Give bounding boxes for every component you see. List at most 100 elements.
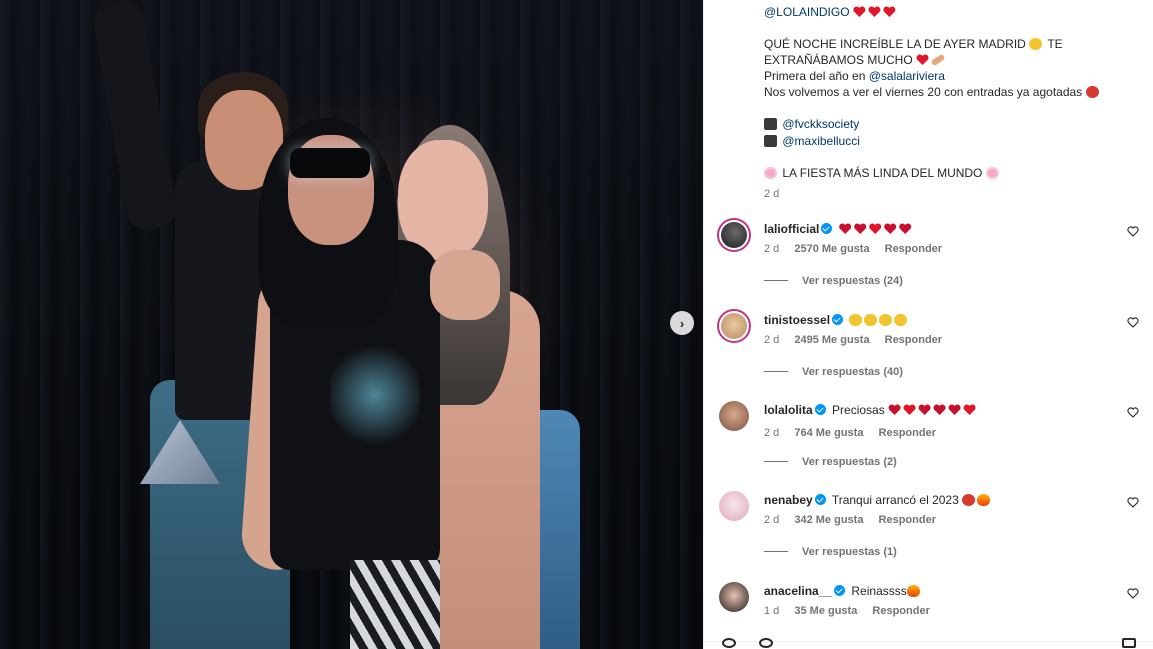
caption-mention-fvckksociety[interactable]: @fvckksociety <box>782 117 859 131</box>
post-action-bar <box>704 638 1153 649</box>
red-heart-icon <box>868 6 881 18</box>
red-heart-icon <box>883 6 896 18</box>
reply-button[interactable]: Responder <box>885 334 942 346</box>
fire-icon <box>906 585 920 597</box>
verified-badge-icon <box>814 494 826 505</box>
comment-body: nenabey Tranqui arrancó el 2023 <box>764 492 1124 508</box>
verified-badge-icon <box>814 404 826 415</box>
heart-outline-icon[interactable] <box>1127 317 1139 328</box>
comment-likes[interactable]: 342 Me gusta <box>794 514 863 526</box>
heart-eyes-icon <box>894 314 908 326</box>
comment-username[interactable]: anacelina__ <box>764 584 832 598</box>
caption-mention-maxibellucci[interactable]: @maxibellucci <box>782 134 860 148</box>
like-action-icon[interactable] <box>722 638 736 648</box>
caption-mention-lolaindigo[interactable]: @LOLAINDIGO <box>764 5 850 19</box>
avatar[interactable] <box>719 582 749 612</box>
instagram-post-view: › @LOLAINDIGO QUÉ NOCHE INCREÍBLE LA DE … <box>0 0 1153 649</box>
comment-body: laliofficial <box>764 221 1124 237</box>
comment-body: tinistoessel <box>764 312 1124 328</box>
view-replies-button[interactable]: Ver respuestas (40) <box>764 366 903 378</box>
comment-username[interactable]: nenabey <box>764 493 813 507</box>
comment-body: lolalolita Preciosas <box>764 402 1124 418</box>
heart-eyes-icon <box>879 314 893 326</box>
caption-text: QUÉ NOCHE INCREÍBLE LA DE AYER MADRID <box>764 37 1026 51</box>
bandage-icon <box>930 53 946 67</box>
comment-likes[interactable]: 2570 Me gusta <box>794 243 869 255</box>
comment-item: anacelina__ Reinassss 1 d 35 Me gusta Re… <box>717 580 1147 640</box>
view-replies-button[interactable]: Ver respuestas (24) <box>764 275 903 287</box>
comment-item: laliofficial 2 d 2570 Me gusta Responder… <box>717 218 1147 287</box>
comment-time: 2 d <box>764 427 780 439</box>
broken-heart-icon <box>948 404 961 416</box>
chevron-right-icon[interactable]: › <box>670 311 694 335</box>
comment-time: 2 d <box>764 243 780 255</box>
cherry-blossom-icon <box>764 167 777 179</box>
person-right-hand <box>430 250 500 320</box>
comment-text: Reinassss <box>851 584 907 598</box>
comment-item: tinistoessel 2 d 2495 Me gusta Responder… <box>717 309 1147 378</box>
reply-button[interactable]: Responder <box>879 427 936 439</box>
comment-username[interactable]: lolalolita <box>764 403 813 417</box>
comment-username[interactable]: laliofficial <box>764 222 819 236</box>
comment-item: lolalolita Preciosas 2 d 764 Me gusta Re… <box>717 399 1147 468</box>
avatar[interactable] <box>717 309 751 343</box>
comment-body: anacelina__ Reinassss <box>764 583 1124 599</box>
red-heart-icon <box>903 404 916 416</box>
comment-likes[interactable]: 764 Me gusta <box>794 427 863 439</box>
caption-text: TE <box>1047 37 1063 51</box>
reply-button[interactable]: Responder <box>885 243 942 255</box>
comment-likes[interactable]: 2495 Me gusta <box>794 334 869 346</box>
verified-badge-icon <box>832 314 844 325</box>
caption-text: LA FIESTA MÁS LINDA DEL MUNDO <box>782 166 983 180</box>
shirt-print <box>330 340 420 450</box>
view-replies-button[interactable]: Ver respuestas (2) <box>764 456 897 468</box>
comment-item: nenabey Tranqui arrancó el 2023 2 d 342 … <box>717 489 1147 558</box>
caption-line-8: LA FIESTA MÁS LINDA DEL MUNDO <box>764 165 1001 181</box>
caption-text: Primera del año en <box>764 69 866 83</box>
comment-action-icon[interactable] <box>759 638 773 648</box>
fire-icon <box>977 494 991 506</box>
post-side-panel: @LOLAINDIGO QUÉ NOCHE INCREÍBLE LA DE AY… <box>703 0 1153 649</box>
reply-button[interactable]: Responder <box>872 605 929 617</box>
comment-meta: 2 d 2570 Me gusta Responder <box>764 243 954 255</box>
comment-text: Preciosas <box>832 403 885 417</box>
heart-outline-icon[interactable] <box>1127 407 1139 418</box>
caption-line-7: @maxibellucci <box>764 133 860 149</box>
save-action-icon[interactable] <box>1122 638 1136 648</box>
red-heart-icon <box>869 223 882 235</box>
heart-outline-icon[interactable] <box>1127 497 1139 508</box>
verified-badge-icon <box>834 585 846 596</box>
sunglasses <box>290 148 370 178</box>
caption-line-6: @fvckksociety <box>764 116 859 132</box>
broken-heart-icon <box>933 404 946 416</box>
view-replies-button[interactable]: Ver respuestas (1) <box>764 546 897 558</box>
avatar[interactable] <box>717 218 751 252</box>
post-photo: › <box>0 0 703 649</box>
comment-text: Tranqui arrancó el 2023 <box>831 493 959 507</box>
angry-face-icon <box>1085 86 1099 98</box>
red-heart-icon <box>916 54 929 66</box>
avatar[interactable] <box>719 401 749 431</box>
verified-badge-icon <box>821 223 833 234</box>
avatar[interactable] <box>719 491 749 521</box>
pleading-face-icon <box>1029 38 1043 50</box>
comment-meta: 2 d 2495 Me gusta Responder <box>764 334 954 346</box>
heart-outline-icon[interactable] <box>1127 588 1139 599</box>
comment-meta: 2 d 764 Me gusta Responder <box>764 427 948 439</box>
broken-heart-icon <box>918 404 931 416</box>
caption-mention-salalariviera[interactable]: @salalariviera <box>869 69 945 83</box>
heart-outline-icon[interactable] <box>1127 226 1139 237</box>
comment-meta: 1 d 35 Me gusta Responder <box>764 605 942 617</box>
comment-likes[interactable]: 35 Me gusta <box>794 605 857 617</box>
reply-button[interactable]: Responder <box>879 514 936 526</box>
broken-heart-icon <box>899 223 912 235</box>
red-heart-icon <box>963 404 976 416</box>
heart-eyes-icon <box>849 314 863 326</box>
camera-icon <box>764 118 777 130</box>
comment-time: 2 d <box>764 514 780 526</box>
angry-face-icon <box>962 494 976 506</box>
comment-time: 1 d <box>764 605 780 617</box>
cherry-blossom-icon <box>985 167 999 179</box>
broken-heart-icon <box>884 223 897 235</box>
comment-username[interactable]: tinistoessel <box>764 313 830 327</box>
